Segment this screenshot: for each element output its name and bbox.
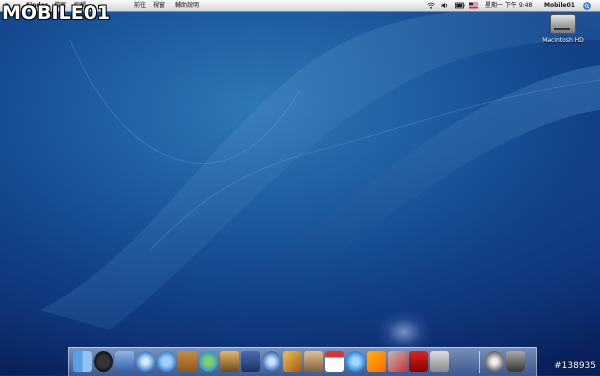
dock-separator: [479, 351, 480, 373]
downloads-icon[interactable]: [485, 351, 504, 372]
volume-icon[interactable]: [441, 2, 448, 9]
wallpaper-waves: [40, 8, 600, 345]
ical-icon[interactable]: [325, 351, 344, 372]
menu-help[interactable]: 輔助說明: [175, 0, 199, 11]
dock: [68, 347, 537, 376]
dashboard-icon[interactable]: [94, 351, 113, 372]
hard-drive-icon: [550, 14, 576, 34]
macintosh-hd-label: Macintosh HD: [542, 37, 584, 44]
macintosh-hd-icon[interactable]: Macintosh HD: [538, 14, 588, 50]
mail-icon[interactable]: [115, 351, 134, 372]
menu-clock[interactable]: 星期一 下午 9:48: [485, 0, 532, 11]
battery-icon[interactable]: [455, 2, 465, 9]
messenger-icon[interactable]: [367, 351, 386, 372]
garageband-icon[interactable]: [283, 351, 302, 372]
menu-go[interactable]: 前往: [134, 0, 146, 11]
mobile01-logo: MOBILE01: [2, 2, 111, 24]
menu-window[interactable]: 視窗: [153, 0, 165, 11]
flag-icon[interactable]: [469, 2, 478, 9]
iphoto-icon[interactable]: [220, 351, 239, 372]
itunes-icon[interactable]: [199, 351, 218, 372]
time-machine-icon[interactable]: [346, 351, 365, 372]
image-id-label: #138935: [554, 361, 596, 371]
iweb-icon[interactable]: [304, 351, 323, 372]
wifi-icon[interactable]: [427, 2, 435, 9]
trash-icon[interactable]: [506, 351, 525, 372]
finder-icon[interactable]: [73, 351, 92, 372]
parallels-icon[interactable]: [388, 351, 407, 372]
system-prefs-icon[interactable]: [430, 351, 449, 372]
desktop-background: [0, 0, 600, 375]
safari-icon[interactable]: [136, 351, 155, 372]
imovie-icon[interactable]: [241, 351, 260, 372]
idvd-icon[interactable]: [262, 351, 281, 372]
address-book-icon[interactable]: [178, 351, 197, 372]
photo-booth-icon[interactable]: [409, 351, 428, 372]
ichat-icon[interactable]: [157, 351, 176, 372]
menu-user[interactable]: Mobile01: [544, 0, 575, 11]
spotlight-icon[interactable]: [583, 1, 591, 10]
